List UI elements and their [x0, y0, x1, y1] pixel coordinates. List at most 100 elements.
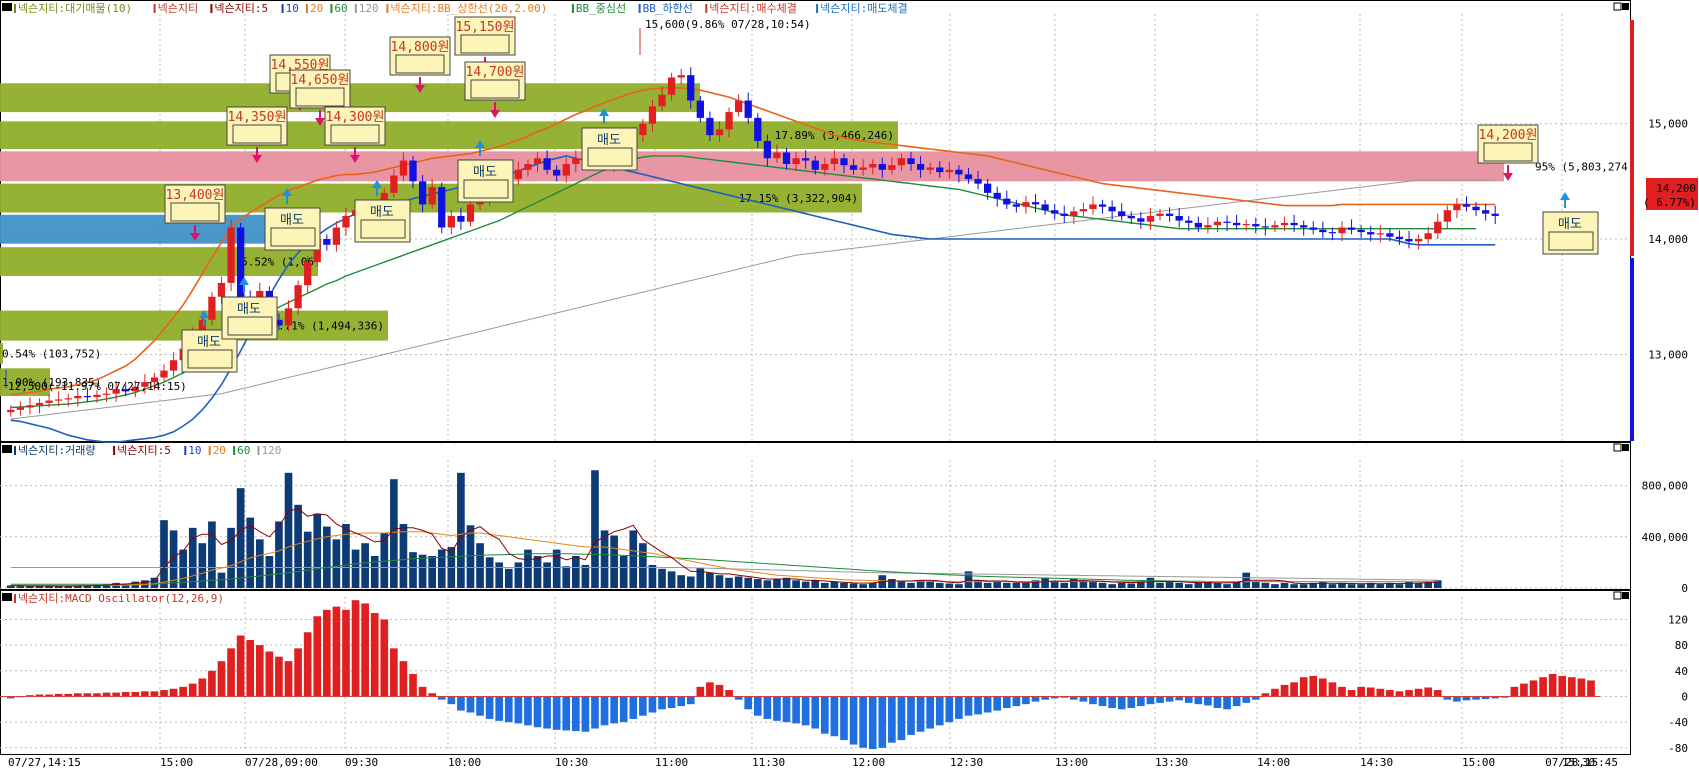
- legend-item: 120: [262, 444, 282, 457]
- macd-tick-label: 40: [1675, 665, 1688, 678]
- volume-bar: [322, 526, 331, 588]
- candle: [1462, 204, 1471, 207]
- macd-oscillator-bar: [571, 696, 580, 732]
- macd-oscillator-bar: [284, 661, 293, 697]
- time-tick-label: 14:30: [1360, 756, 1393, 769]
- low-annotation: 12,500(-11.97% 07/27,14:15): [8, 380, 187, 393]
- macd-oscillator-bar: [476, 696, 484, 716]
- candle: [409, 160, 417, 182]
- volume-bar: [418, 554, 427, 588]
- candle: [869, 164, 877, 168]
- candle: [1376, 233, 1384, 235]
- candle: [1194, 222, 1202, 228]
- volume-bar: [811, 580, 820, 588]
- macd-tick-label: 0: [1681, 690, 1688, 703]
- volume-bar: [533, 556, 542, 588]
- candle: [457, 215, 465, 222]
- candle: [696, 100, 704, 118]
- candle: [562, 164, 570, 176]
- macd-oscillator-bar: [983, 696, 992, 713]
- volume-bar: [868, 582, 877, 588]
- volume-bar: [610, 535, 618, 588]
- macd-oscillator-bar: [916, 696, 925, 732]
- macd-oscillator-bar: [1232, 696, 1241, 707]
- candle: [687, 75, 695, 101]
- volume-bar: [370, 556, 379, 588]
- volume-bar: [1328, 584, 1337, 588]
- candle: [725, 112, 733, 130]
- macd-oscillator-bar: [342, 609, 350, 697]
- volume-bar: [16, 586, 25, 588]
- volume-tick-label: 800,000: [1642, 480, 1688, 493]
- macd-oscillator-bar: [811, 696, 820, 729]
- volume-bar: [351, 549, 360, 588]
- volume-bar: [1041, 577, 1049, 588]
- volume-bar: [935, 582, 944, 588]
- volume-bar: [734, 576, 743, 588]
- candle: [1079, 209, 1088, 212]
- candle: [983, 183, 992, 193]
- candle: [1213, 221, 1222, 226]
- volume-bar: [658, 568, 666, 588]
- candle: [715, 129, 724, 136]
- legend-swatch: [257, 446, 260, 455]
- chart-window: 07/27,14:15 15:00 07/28,09:00 09:30 10:00 10:…: [0, 0, 1699, 771]
- candle: [1453, 204, 1461, 211]
- macd-oscillator-bar: [1309, 675, 1318, 697]
- macd-oscillator-bar: [763, 696, 772, 719]
- candle: [734, 100, 743, 113]
- candle: [399, 160, 408, 176]
- macd-oscillator-bar: [1376, 688, 1385, 697]
- volume-bar: [1098, 582, 1107, 588]
- candle: [878, 164, 886, 170]
- candle: [1261, 226, 1270, 228]
- stock-chart[interactable]: 07/27,14:15 15:00 07/28,09:00 09:30 10:00 10:…: [0, 0, 1699, 771]
- candle: [1127, 215, 1135, 219]
- volume-bar: [571, 556, 580, 588]
- close-icon: [1622, 3, 1629, 10]
- candle: [1386, 233, 1394, 237]
- macd-oscillator-bar: [744, 696, 753, 710]
- macd-oscillator-bar: [131, 691, 140, 697]
- masked-quantity: [227, 316, 273, 336]
- macd-oscillator-bar: [1204, 696, 1212, 706]
- volume-bar: [1347, 584, 1356, 588]
- masked-quantity: [170, 202, 220, 222]
- volume-bar: [667, 571, 676, 588]
- macd-oscillator-bar: [1520, 683, 1528, 697]
- candle: [284, 308, 293, 326]
- volume-bar: [686, 576, 695, 588]
- candle: [1367, 232, 1375, 235]
- macd-oscillator-bar: [380, 619, 389, 697]
- macd-oscillator-bar: [150, 691, 159, 697]
- price-tick-label: 13,000: [1648, 348, 1688, 361]
- volume-bar: [1357, 584, 1365, 588]
- close-icon: [1622, 592, 1629, 599]
- macd-oscillator-bar: [1213, 696, 1222, 709]
- macd-oscillator-bar: [1165, 696, 1174, 702]
- candle: [1242, 224, 1250, 226]
- masked-quantity: [330, 124, 380, 144]
- legend-swatch: [705, 4, 708, 13]
- macd-oscillator-bar: [1184, 696, 1193, 703]
- macd-oscillator-bar: [322, 609, 331, 697]
- volume-bar: [236, 488, 245, 588]
- candle: [1472, 206, 1480, 211]
- buy-callout-price: 14,350원: [228, 110, 287, 125]
- candle: [323, 239, 331, 245]
- macd-oscillator-bar: [1079, 696, 1088, 702]
- volume-bar: [677, 575, 686, 588]
- candle: [1060, 213, 1068, 216]
- masked-quantity: [232, 124, 282, 144]
- candle: [1204, 225, 1212, 228]
- volume-bar: [1108, 584, 1116, 588]
- time-tick-label: 13:00: [1055, 756, 1088, 769]
- candle: [1271, 225, 1279, 228]
- macd-oscillator-bar: [926, 696, 935, 729]
- candle: [1328, 232, 1337, 234]
- volume-tick-label: 0: [1681, 582, 1688, 595]
- macd-oscillator-bar: [1539, 677, 1547, 697]
- macd-oscillator-bar: [1510, 686, 1519, 697]
- macd-oscillator-bar: [169, 688, 178, 697]
- time-tick-label: 12:30: [950, 756, 983, 769]
